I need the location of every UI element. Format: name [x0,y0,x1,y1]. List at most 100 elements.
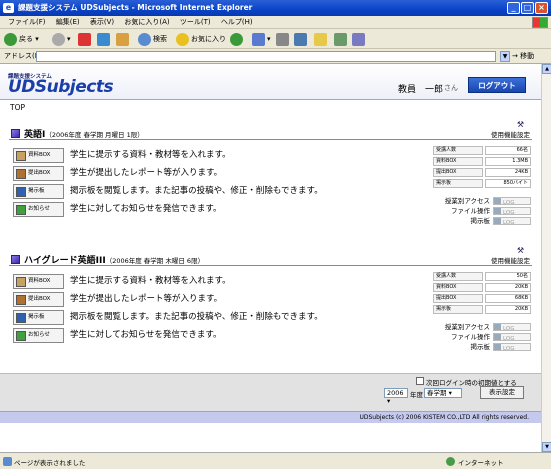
feature-row: 掲示板 掲示板を閲覧します。また記事の投稿や、修正・削除もできます。 [13,310,413,326]
feature-button-label: 資料BOX [28,152,51,158]
log-key: ファイル操作 [451,207,490,215]
feature-description: 掲示板を閲覧します。また記事の投稿や、修正・削除もできます。 [70,312,323,322]
menu-help[interactable]: ヘルプ(H) [221,18,253,26]
materials-box-button[interactable]: 資料BOX [13,274,64,289]
forward-button[interactable]: ▾ [52,32,71,47]
notice-button[interactable]: お知らせ [13,202,64,217]
log-row: ファイル操作 LOG [433,332,531,342]
search-button[interactable]: 検索 [138,32,167,47]
materials-box-icon [16,151,26,161]
log-button[interactable]: LOG [493,343,531,352]
edit-button[interactable] [294,32,309,47]
bulletin-board-icon [16,187,26,197]
notice-button[interactable]: お知らせ [13,328,64,343]
logout-button[interactable]: ログアウト [468,77,526,93]
log-button[interactable]: LOG [493,333,531,342]
stop-button[interactable] [78,32,93,47]
stat-value: 850バイト [485,179,531,188]
stat-row: 受講人数 66名 [433,146,531,156]
copyright-text: UDSubjects (c) 2006 KISTEM CO.,LTD All r… [359,414,529,421]
materials-box-icon [16,277,26,287]
print-icon [276,32,289,46]
log-row: 掲示板 LOG [433,342,531,352]
display-settings-button[interactable]: 表示設定 [480,386,524,399]
stat-row: 資料BOX 1.3MB [433,157,531,167]
bulletin-board-button[interactable]: 掲示板 [13,310,64,325]
log-row: ファイル操作 LOG [433,206,531,216]
course-panel: ハイグレード英語III（2006年度 春学期 木曜日 6限） ⚒ 使用機能設定 資… [9,246,532,362]
arrow-icon [494,218,501,224]
stat-value: 20KB [485,305,531,314]
toolbar: 戻る ▾ ▾ 検索 お気に入り ▾ [0,30,551,49]
messenger-button[interactable] [334,32,349,47]
address-input[interactable] [36,51,496,62]
course-header: 英語I（2006年度 春学期 月曜日 1限） ⚒ 使用機能設定 [9,120,532,140]
stat-key: 掲示板 [433,305,483,314]
security-zone: インターネット [458,459,504,467]
menu-file[interactable]: ファイル(F) [8,18,46,26]
log-button[interactable]: LOG [493,197,531,206]
stat-key: 資料BOX [433,157,483,166]
address-dropdown[interactable]: ▼ [500,51,510,62]
search-label: 検索 [153,35,167,43]
refresh-button[interactable] [97,32,112,47]
arrow-icon [494,334,501,340]
maximize-button[interactable]: □ [521,2,534,14]
feature-row: 掲示板 掲示板を閲覧します。また記事の投稿や、修正・削除もできます。 [13,184,413,200]
course-title[interactable]: 英語I（2006年度 春学期 月曜日 1限） [24,127,144,140]
site-logo[interactable]: UDSubjects [8,77,114,97]
log-button[interactable]: LOG [493,217,531,226]
stat-value: 20KB [485,283,531,292]
term-select[interactable]: 春学期 ▾ [424,388,462,398]
log-key: 掲示板 [470,343,491,351]
favorites-button[interactable]: お気に入り [176,32,226,47]
course-name: 英語I [24,130,46,140]
log-button[interactable]: LOG [493,323,531,332]
history-button[interactable] [230,32,245,47]
research-button[interactable] [352,32,367,47]
user-name: 教員 一郎 [398,85,444,95]
year-value: 2006 [387,389,404,397]
notice-icon [16,205,26,215]
breadcrumb[interactable]: TOP [10,103,25,112]
internet-globe-icon [446,457,455,466]
submission-box-button[interactable]: 提出BOX [13,292,64,307]
notice-icon [16,331,26,341]
log-button-label: LOG [503,220,515,226]
course-title[interactable]: ハイグレード英語III（2006年度 春学期 木曜日 6限） [24,253,204,266]
log-button[interactable]: LOG [493,207,531,216]
materials-box-button[interactable]: 資料BOX [13,148,64,163]
feature-settings-link[interactable]: ⚒ 使用機能設定 [491,120,530,139]
menu-tools[interactable]: ツール(T) [180,18,211,26]
bulletin-board-button[interactable]: 掲示板 [13,184,64,199]
feature-row: 資料BOX 学生に提示する資料・教材等を入れます。 [13,274,413,290]
stat-key: 資料BOX [433,283,483,292]
messenger-icon [334,32,347,46]
close-button[interactable]: × [535,2,548,14]
forward-arrow-icon [52,32,65,46]
menu-favorites[interactable]: お気に入り(A) [124,18,169,26]
scroll-down-button[interactable]: ▼ [542,442,551,452]
home-button[interactable] [116,32,131,47]
minimize-button[interactable]: _ [507,2,520,14]
vertical-scrollbar[interactable]: ▲ ▼ [541,64,551,452]
scroll-up-button[interactable]: ▲ [542,64,551,74]
default-checkbox[interactable] [416,377,424,385]
menu-edit[interactable]: 編集(E) [56,18,80,26]
edit-icon [294,32,307,46]
stat-row: 掲示板 20KB [433,305,531,315]
year-select[interactable]: 2006 ▾ [384,388,408,405]
print-button[interactable] [276,32,291,47]
menu-view[interactable]: 表示(V) [90,18,114,26]
folder-button[interactable] [314,32,329,47]
log-row: 授業別アクセス LOG [433,322,531,332]
back-button[interactable]: 戻る ▾ [4,32,39,47]
refresh-icon [97,32,110,46]
go-button[interactable]: → 移動 [512,51,534,61]
history-icon [230,32,243,46]
course-meta: （2006年度 春学期 木曜日 6限） [105,257,205,265]
mail-button[interactable]: ▾ [252,32,271,47]
stat-row: 提出BOX 68KB [433,294,531,304]
feature-settings-link[interactable]: ⚒ 使用機能設定 [491,246,530,265]
submission-box-button[interactable]: 提出BOX [13,166,64,181]
